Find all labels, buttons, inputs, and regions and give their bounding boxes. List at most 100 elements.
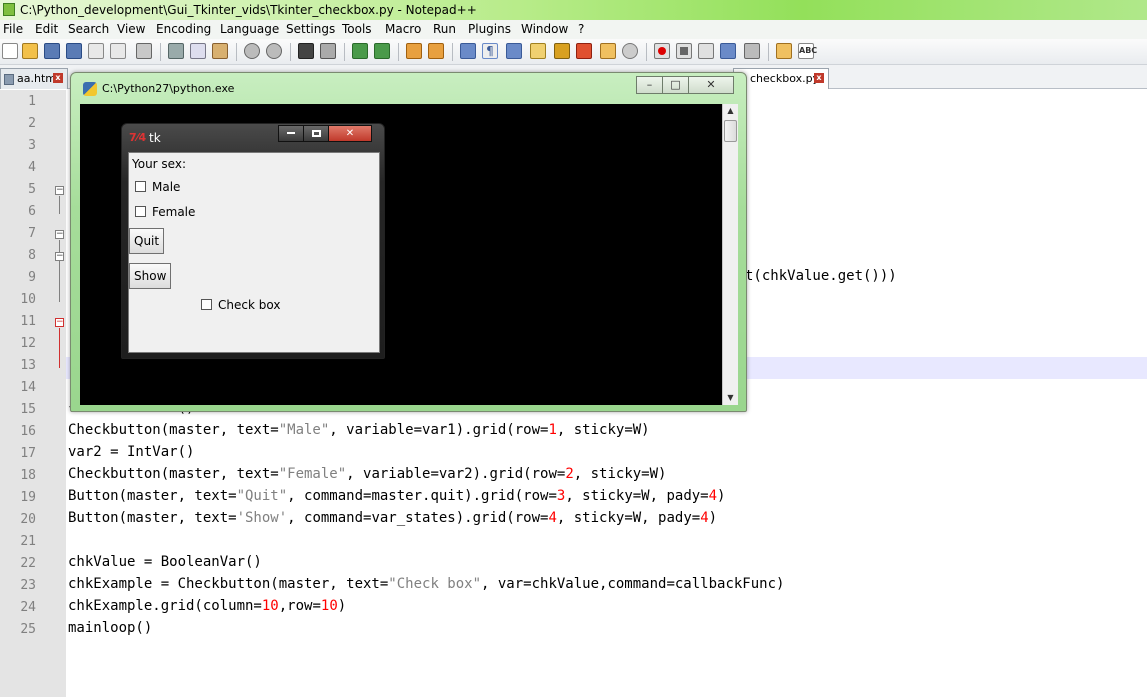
paste-icon[interactable]	[212, 43, 228, 59]
redo-icon[interactable]	[266, 43, 282, 59]
fold-toggle-icon[interactable]: −	[55, 252, 64, 261]
menu-settings[interactable]: Settings	[286, 22, 335, 36]
code-line-20: Button(master, text='Show', command=var_…	[68, 510, 718, 526]
line-number: 10	[20, 292, 36, 307]
menu-file[interactable]: File	[3, 22, 23, 36]
menu-macro[interactable]: Macro	[385, 22, 421, 36]
minimize-button[interactable]: –	[636, 76, 663, 94]
show-button[interactable]: Show	[129, 263, 172, 289]
toolbar: ¶ ABC	[0, 39, 1147, 65]
menu-language[interactable]: Language	[220, 22, 279, 36]
zoom-in-icon[interactable]	[352, 43, 368, 59]
tab-label: checkbox.py	[750, 72, 820, 85]
code-line-18: Checkbutton(master, text="Female", varia…	[68, 466, 667, 482]
sync-vertical-icon[interactable]	[406, 43, 422, 59]
open-file-icon[interactable]	[22, 43, 38, 59]
sync-horizontal-icon[interactable]	[428, 43, 444, 59]
line-number: 9	[28, 270, 36, 285]
show-all-chars-icon[interactable]: ¶	[482, 43, 498, 59]
close-all-icon[interactable]	[110, 43, 126, 59]
maximize-icon	[311, 129, 321, 137]
function-list-icon[interactable]	[576, 43, 592, 59]
quit-button[interactable]: Quit	[129, 228, 165, 254]
monitoring-icon[interactable]	[622, 43, 638, 59]
menu-edit[interactable]: Edit	[35, 22, 58, 36]
tk-feather-icon: 7⁄4	[129, 131, 147, 144]
fold-toggle-icon[interactable]: −	[55, 230, 64, 239]
tk-close-button[interactable]: ✕	[328, 125, 372, 142]
line-number: 14	[20, 380, 36, 395]
scroll-up-icon[interactable]: ▲	[723, 104, 738, 118]
menu-window[interactable]: Window	[521, 22, 568, 36]
fold-toggle-icon[interactable]: −	[55, 186, 64, 195]
folder-workspace-icon[interactable]	[600, 43, 616, 59]
save-macro-icon[interactable]	[744, 43, 760, 59]
tab-aa-html[interactable]: aa.html x	[0, 68, 68, 89]
indent-guide-icon[interactable]	[506, 43, 522, 59]
maximize-button[interactable]: □	[662, 76, 689, 94]
code-line-9-tail: t(chkValue.get()))	[745, 268, 897, 284]
menu-tools[interactable]: Tools	[342, 22, 372, 36]
menu-plugins[interactable]: Plugins	[468, 22, 511, 36]
menu-bar: File Edit Search View Encoding Language …	[0, 20, 1147, 39]
spell-check-icon[interactable]: ABC	[798, 43, 817, 59]
python-icon	[83, 82, 97, 96]
copy-icon[interactable]	[190, 43, 206, 59]
line-number: 16	[20, 424, 36, 439]
scroll-thumb[interactable]	[724, 120, 737, 142]
doc-map-icon[interactable]	[554, 43, 570, 59]
menu-view[interactable]: View	[117, 22, 145, 36]
male-checkbox[interactable]	[135, 181, 146, 192]
undo-icon[interactable]	[244, 43, 260, 59]
line-number: 2	[28, 116, 36, 131]
plugin-icon[interactable]	[776, 43, 792, 59]
cut-icon[interactable]	[168, 43, 184, 59]
fold-toggle-icon[interactable]: −	[55, 318, 64, 327]
print-icon[interactable]	[136, 43, 152, 59]
menu-encoding[interactable]: Encoding	[156, 22, 211, 36]
line-number: 17	[20, 446, 36, 461]
tk-minimize-button[interactable]	[278, 125, 304, 142]
udl-icon[interactable]	[530, 43, 546, 59]
code-line-16: Checkbutton(master, text="Male", variabl…	[68, 422, 650, 438]
close-tab-icon[interactable]: x	[814, 73, 824, 83]
new-file-icon[interactable]	[2, 43, 18, 59]
minimize-icon	[287, 132, 295, 134]
scroll-down-icon[interactable]: ▼	[723, 391, 738, 405]
line-number: 18	[20, 468, 36, 483]
line-number: 3	[28, 138, 36, 153]
line-number: 13	[20, 358, 36, 373]
check-box-label: Check box	[218, 298, 281, 312]
python-window-title: C:\Python27\python.exe	[102, 82, 235, 95]
menu-search[interactable]: Search	[68, 22, 109, 36]
male-label: Male	[152, 180, 181, 194]
tk-window-title: tk	[149, 131, 161, 145]
play-macro-icon[interactable]	[698, 43, 714, 59]
female-checkbox[interactable]	[135, 206, 146, 217]
save-icon[interactable]	[44, 43, 60, 59]
close-file-icon[interactable]	[88, 43, 104, 59]
replace-icon[interactable]	[320, 43, 336, 59]
record-macro-icon[interactable]	[654, 43, 670, 59]
stop-macro-icon[interactable]	[676, 43, 692, 59]
console-scrollbar[interactable]: ▲ ▼	[722, 104, 738, 405]
find-icon[interactable]	[298, 43, 314, 59]
tab-checkbox-py[interactable]: checkbox.py x	[733, 68, 829, 89]
notepadpp-icon	[3, 3, 15, 16]
sex-label: Your sex:	[132, 157, 186, 171]
zoom-out-icon[interactable]	[374, 43, 390, 59]
title-bar: C:\Python_development\Gui_Tkinter_vids\T…	[0, 0, 1147, 20]
line-number: 12	[20, 336, 36, 351]
close-button[interactable]: ✕	[688, 76, 734, 94]
word-wrap-icon[interactable]	[460, 43, 476, 59]
menu-help[interactable]: ?	[578, 22, 584, 36]
save-all-icon[interactable]	[66, 43, 82, 59]
check-box-checkbox[interactable]	[201, 299, 212, 310]
line-number: 20	[20, 512, 36, 527]
line-number: 22	[20, 556, 36, 571]
menu-run[interactable]: Run	[433, 22, 456, 36]
line-number: 5	[28, 182, 36, 197]
run-macro-multiple-icon[interactable]	[720, 43, 736, 59]
tk-maximize-button[interactable]	[303, 125, 329, 142]
close-tab-icon[interactable]: x	[53, 73, 63, 83]
